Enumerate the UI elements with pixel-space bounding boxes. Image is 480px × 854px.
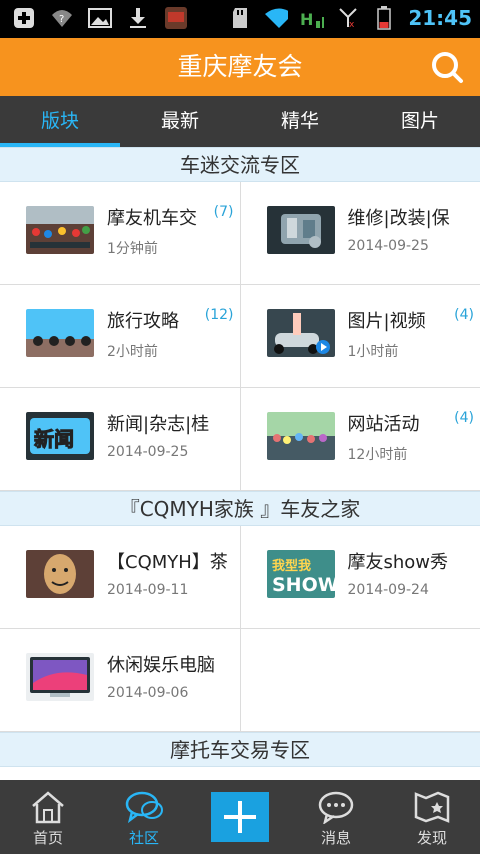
nav-label: 社区 [128,828,159,847]
forum-thumbnail [26,206,94,254]
no-signal-icon: x [336,6,360,30]
forum-item[interactable]: 维修|改装|保 2014-09-25 [241,182,480,284]
forum-thumbnail: 新闻 [26,412,94,460]
nav-label: 首页 [32,828,63,847]
forum-row: 摩友机车交 (7) 1分钟前 维修|改装|保 2014-09-25 [0,182,480,285]
chat-bubbles-icon [124,787,164,827]
last-updated: 1小时前 [347,344,399,360]
last-updated: 2014-09-25 [107,444,189,460]
forum-list[interactable]: 车迷交流专区 摩友机车交 (7) 1分钟前 维修|改装|保 2014-09-25… [0,147,480,780]
image-icon [88,6,112,30]
last-updated: 2014-09-24 [347,582,429,598]
forum-item[interactable]: 网站活动 (4) 12小时前 [241,388,480,490]
plus-icon [224,801,256,833]
forum-row: 旅行攻略 (12) 2小时前 图片|视频 (4) 1小时前 [0,285,480,388]
svg-text:我型我: 我型我 [272,558,311,574]
last-updated: 2014-09-11 [107,582,189,598]
nav-home[interactable]: 首页 [0,780,96,854]
nav-new-post[interactable] [192,780,288,854]
forum-thumbnail [266,309,335,357]
forum-title: 摩友show秀 [347,552,449,573]
section-header: 摩托车交易专区 [0,732,480,767]
forum-thumbnail [26,309,94,357]
tab-pictures[interactable]: 图片 [360,96,480,147]
forum-row: 新闻 新闻|杂志|桂 2014-09-25 网站活动 (4) 12小时前 [0,388,480,491]
section-header: 『CQMYH家族 』车友之家 [0,491,480,526]
new-post-count: (7) [213,204,234,220]
tab-sections[interactable]: 版块 [0,96,120,147]
forum-thumbnail [26,550,94,598]
forum-item[interactable]: 摩友机车交 (7) 1分钟前 [0,182,241,284]
last-updated: 2014-09-06 [107,685,189,701]
search-button[interactable] [430,50,464,84]
forum-item[interactable]: 图片|视频 (4) 1小时前 [241,285,480,387]
download-icon [126,6,150,30]
map-icon [412,787,452,827]
svg-text:x: x [349,20,355,29]
forum-row: 休闲娱乐电脑 2014-09-06 [0,629,480,732]
forum-thumbnail [26,653,94,701]
wifi-icon [264,6,289,30]
search-icon [432,52,463,83]
forum-title: 图片|视频 [347,311,426,332]
forum-item[interactable]: 休闲娱乐电脑 2014-09-06 [0,629,241,731]
forum-title: 摩友机车交 [107,208,197,229]
forum-thumbnail [266,206,335,254]
svg-text:?: ? [59,14,64,25]
wifi-question-icon: ? [50,6,74,30]
sd-card-icon [228,6,252,30]
tab-featured[interactable]: 精华 [240,96,360,147]
add-icon [12,6,36,30]
page-title: 重庆摩友会 [177,52,303,81]
status-bar: ? H x 21:45 [0,0,480,38]
nav-discover[interactable]: 发现 [384,780,480,854]
forum-title: 维修|改装|保 [347,208,450,229]
tab-bar: 版块 最新 精华 图片 [0,96,480,147]
forum-item[interactable]: 旅行攻略 (12) 2小时前 [0,285,241,387]
bottom-nav: 首页 社区 消息 发现 [0,780,480,854]
status-time: 21:45 [408,6,472,30]
app-icon [164,6,188,30]
nav-community[interactable]: 社区 [96,780,192,854]
app-header: 重庆摩友会 [0,38,480,96]
new-post-count: (4) [454,410,474,426]
tab-latest[interactable]: 最新 [120,96,240,147]
svg-text:SHOW: SHOW [272,574,335,596]
forum-title: 休闲娱乐电脑 [107,655,215,676]
forum-item[interactable]: 新闻 新闻|杂志|桂 2014-09-25 [0,388,241,490]
forum-row: 【CQMYH】茶 2014-09-11 我型我 SHOW 摩友show秀 2014… [0,526,480,629]
svg-text:新闻: 新闻 [34,427,74,451]
svg-text:H: H [300,10,313,29]
nav-label: 发现 [416,828,447,847]
nav-label: 消息 [320,828,351,847]
forum-thumbnail: 我型我 SHOW [266,550,335,598]
message-icon [316,787,356,827]
forum-title: 新闻|杂志|桂 [107,414,210,435]
last-updated: 12小时前 [347,447,408,463]
status-bar-system: H x 21:45 [228,6,472,30]
section-header: 车迷交流专区 [0,147,480,182]
forum-thumbnail [266,412,335,460]
last-updated: 2小时前 [107,344,158,360]
new-post-count: (4) [454,307,474,323]
battery-icon [372,6,396,30]
forum-title: 旅行攻略 [107,311,179,332]
status-bar-notifications: ? [12,6,188,30]
forum-item[interactable]: 【CQMYH】茶 2014-09-11 [0,526,241,628]
new-post-count: (12) [204,307,234,323]
last-updated: 1分钟前 [107,241,158,257]
new-post-button[interactable] [211,792,269,842]
forum-title: 网站活动 [347,414,420,435]
empty-cell [241,629,480,731]
forum-item[interactable]: 我型我 SHOW 摩友show秀 2014-09-24 [241,526,480,628]
home-icon [28,787,68,827]
nav-messages[interactable]: 消息 [288,780,384,854]
signal-icon: H [300,6,325,30]
last-updated: 2014-09-25 [347,238,429,254]
forum-title: 【CQMYH】茶 [107,552,228,573]
